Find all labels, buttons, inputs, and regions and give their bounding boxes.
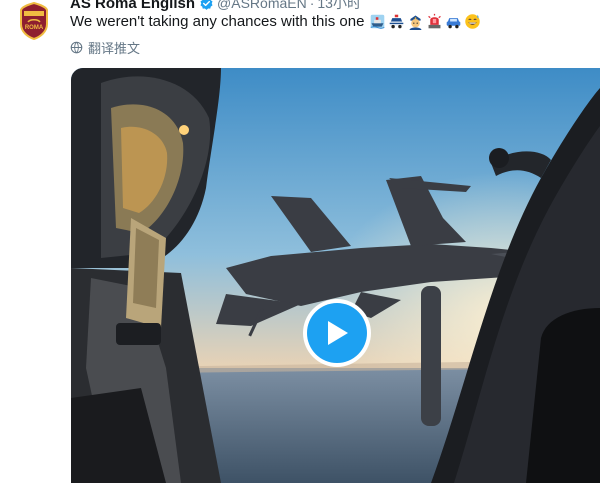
video-thumbnail bbox=[71, 68, 600, 483]
translate-label[interactable]: 翻译推文 bbox=[88, 38, 140, 57]
verified-badge-icon bbox=[200, 0, 213, 10]
as-roma-crest-logo: ROMA bbox=[20, 1, 48, 40]
play-button[interactable] bbox=[303, 299, 371, 367]
police-light-icon bbox=[428, 13, 442, 29]
svg-text:ROMA: ROMA bbox=[25, 25, 44, 31]
translate-tweet-link[interactable]: 翻译推文 bbox=[70, 38, 140, 57]
video-player[interactable] bbox=[71, 68, 600, 483]
police-car-icon bbox=[390, 14, 404, 29]
display-name[interactable]: AS Roma English bbox=[70, 0, 195, 12]
tweet-text-row: We weren't taking any chances with this … bbox=[70, 13, 481, 30]
play-button-circle bbox=[307, 303, 367, 363]
car-icon bbox=[447, 18, 461, 29]
separator-dot: · bbox=[309, 0, 315, 11]
globe-icon bbox=[70, 41, 83, 54]
police-officer-icon bbox=[409, 15, 422, 30]
emoji-row bbox=[369, 13, 481, 30]
tweet-text: We weren't taking any chances with this … bbox=[70, 13, 365, 30]
tweet-header: AS Roma English @ASRomaEN · 13小时 bbox=[70, 0, 361, 12]
play-icon bbox=[328, 321, 348, 345]
timestamp[interactable]: 13小时 bbox=[317, 0, 361, 13]
ship-icon bbox=[370, 14, 385, 29]
avatar[interactable]: ROMA bbox=[14, 0, 54, 40]
grinning-sweat-icon bbox=[465, 14, 481, 29]
user-handle[interactable]: @ASRomaEN bbox=[217, 0, 307, 11]
